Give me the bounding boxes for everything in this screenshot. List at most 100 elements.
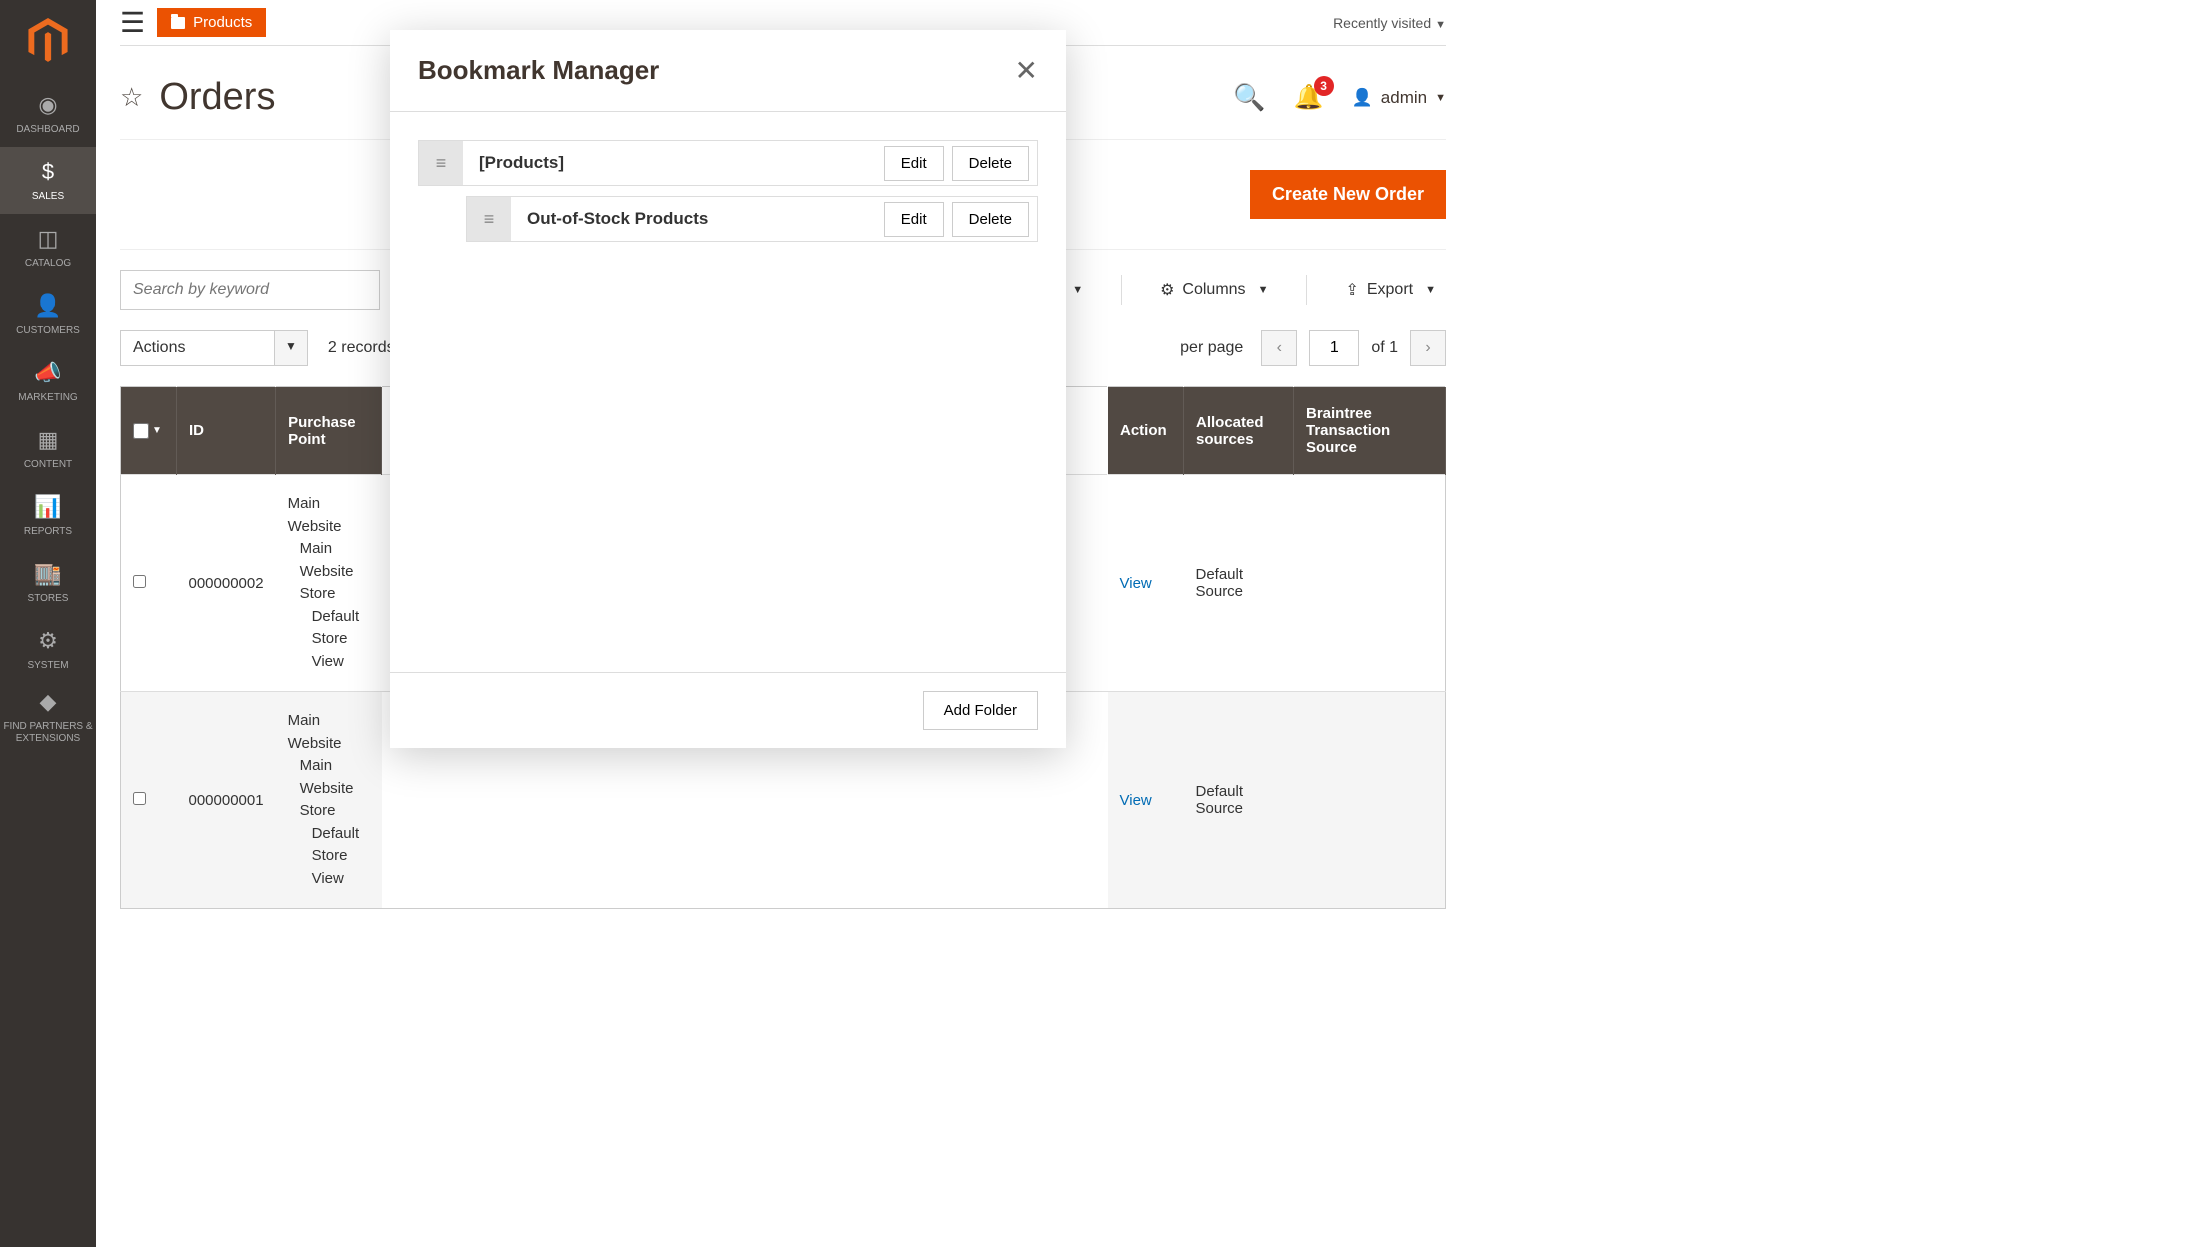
hamburger-icon[interactable]: ☰: [120, 6, 145, 39]
page-number-input[interactable]: [1309, 330, 1359, 366]
drag-handle-icon[interactable]: ≡: [419, 141, 463, 185]
sidebar-label: CONTENT: [24, 459, 72, 471]
bookmark-manager-modal: Bookmark Manager ✕ ≡ [Products] Edit Del…: [390, 30, 1066, 748]
view-link[interactable]: View: [1120, 792, 1152, 809]
drag-handle-icon[interactable]: ≡: [467, 197, 511, 241]
sidebar: ◉DASHBOARD $SALES ◫ CATALOG 👤 CUSTOMERS 📣M…: [0, 0, 96, 1247]
sidebar-label: MARKETING: [18, 392, 77, 404]
recently-visited-dropdown[interactable]: Recently visited▼: [1333, 15, 1446, 31]
modal-title: Bookmark Manager: [418, 55, 659, 86]
divider: [1306, 275, 1307, 305]
caret-down-icon: ▼: [1425, 284, 1436, 296]
actions-dropdown-wrap: Actions ▼: [120, 330, 308, 366]
prev-page-button[interactable]: ‹: [1261, 330, 1297, 366]
user-icon: 👤: [1352, 88, 1373, 108]
bookmark-item: ≡ Out-of-Stock Products Edit Delete: [466, 196, 1038, 242]
sidebar-item-partners[interactable]: ◆ FIND PARTNERS & EXTENSIONS: [0, 683, 96, 750]
pager: per page ‹ of 1 ›: [1180, 330, 1446, 366]
sidebar-label: SYSTEM: [27, 660, 68, 672]
cell-allocated: Default Source: [1184, 692, 1294, 909]
col-action[interactable]: Action: [1108, 387, 1184, 475]
sidebar-label: FIND PARTNERS & EXTENSIONS: [2, 721, 94, 745]
sidebar-label: CUSTOMERS: [16, 325, 80, 337]
user-menu[interactable]: 👤admin▼: [1352, 88, 1446, 108]
cell-purchase-point: Main Website Main Website Store Default …: [276, 692, 382, 909]
edit-button[interactable]: Edit: [884, 202, 944, 237]
cell-id: 000000001: [177, 692, 276, 909]
page-count: of 1: [1371, 339, 1398, 357]
pp-store: Main Website Store: [288, 755, 370, 823]
per-page-label: per page: [1180, 339, 1243, 357]
notifications-button[interactable]: 🔔3: [1294, 83, 1324, 112]
search-input[interactable]: [120, 270, 380, 310]
pp-website: Main Website: [288, 493, 370, 538]
magento-logo[interactable]: [0, 0, 96, 80]
sidebar-label: REPORTS: [24, 526, 72, 538]
box-icon: ◫: [38, 226, 59, 252]
sidebar-item-content[interactable]: ▦ CONTENT: [0, 415, 96, 482]
sidebar-item-customers[interactable]: 👤 CUSTOMERS: [0, 281, 96, 348]
button-label: Products: [193, 14, 252, 31]
modal-footer: Add Folder: [390, 672, 1066, 748]
pp-website: Main Website: [288, 710, 370, 755]
products-bookmark-button[interactable]: Products: [157, 8, 266, 37]
cell-purchase-point: Main Website Main Website Store Default …: [276, 475, 382, 692]
delete-button[interactable]: Delete: [952, 202, 1029, 237]
sidebar-label: CATALOG: [25, 258, 71, 270]
bookmark-label: [Products]: [463, 153, 884, 173]
view-link[interactable]: View: [1120, 575, 1152, 592]
notification-badge: 3: [1314, 76, 1334, 96]
sidebar-item-catalog[interactable]: ◫ CATALOG: [0, 214, 96, 281]
close-icon[interactable]: ✕: [1015, 54, 1038, 87]
row-checkbox[interactable]: [133, 575, 146, 588]
pp-view: Default Store View: [288, 823, 370, 891]
next-page-button[interactable]: ›: [1410, 330, 1446, 366]
sidebar-item-stores[interactable]: 🏬 STORES: [0, 549, 96, 616]
page-title-wrap: ☆Orders: [120, 76, 275, 119]
folder-icon: [171, 17, 185, 29]
col-braintree[interactable]: Braintree Transaction Source: [1294, 387, 1446, 475]
caret-down-icon[interactable]: ▼: [275, 330, 308, 366]
sidebar-label: STORES: [28, 593, 69, 605]
puzzle-icon: ◆: [40, 689, 57, 715]
caret-down-icon: ▼: [1258, 284, 1269, 296]
sidebar-item-reports[interactable]: 📊REPORTS: [0, 482, 96, 549]
upload-icon: ⇪: [1345, 280, 1358, 300]
sidebar-item-system[interactable]: ⚙ SYSTEM: [0, 616, 96, 683]
cell-id: 000000002: [177, 475, 276, 692]
sidebar-item-sales[interactable]: $SALES: [0, 147, 96, 214]
sidebar-label: SALES: [32, 191, 64, 203]
row-checkbox[interactable]: [133, 792, 146, 805]
caret-down-icon: ▼: [1072, 284, 1083, 296]
search-icon[interactable]: 🔍: [1233, 82, 1265, 113]
col-id[interactable]: ID: [177, 387, 276, 475]
select-all-checkbox[interactable]: ▼: [133, 423, 164, 439]
modal-body: ≡ [Products] Edit Delete ≡ Out-of-Stock …: [390, 112, 1066, 672]
layout-icon: ▦: [38, 427, 59, 453]
modal-header: Bookmark Manager ✕: [390, 30, 1066, 112]
cell-allocated: Default Source: [1184, 475, 1294, 692]
delete-button[interactable]: Delete: [952, 146, 1029, 181]
sidebar-item-dashboard[interactable]: ◉DASHBOARD: [0, 80, 96, 147]
col-allocated[interactable]: Allocated sources: [1184, 387, 1294, 475]
add-folder-button[interactable]: Add Folder: [923, 691, 1038, 730]
cell-braintree: [1294, 475, 1446, 692]
label: Recently visited: [1333, 15, 1431, 31]
actions-dropdown[interactable]: Actions: [120, 330, 275, 366]
star-icon[interactable]: ☆: [120, 82, 143, 113]
edit-button[interactable]: Edit: [884, 146, 944, 181]
caret-down-icon: ▼: [1435, 92, 1446, 104]
gear-icon: ⚙: [38, 628, 58, 654]
bookmark-item: ≡ [Products] Edit Delete: [418, 140, 1038, 186]
bookmark-label: Out-of-Stock Products: [511, 209, 884, 229]
col-purchase-point[interactable]: Purchase Point: [276, 387, 382, 475]
export-dropdown[interactable]: ⇪Export▼: [1335, 274, 1446, 306]
create-order-button[interactable]: Create New Order: [1250, 170, 1446, 219]
label: Columns: [1182, 281, 1245, 299]
person-icon: 👤: [34, 293, 61, 319]
columns-dropdown[interactable]: ⚙Columns▼: [1150, 274, 1278, 306]
sidebar-item-marketing[interactable]: 📣MARKETING: [0, 348, 96, 415]
store-icon: 🏬: [34, 561, 61, 587]
sidebar-label: DASHBOARD: [16, 124, 79, 136]
pp-store: Main Website Store: [288, 538, 370, 606]
